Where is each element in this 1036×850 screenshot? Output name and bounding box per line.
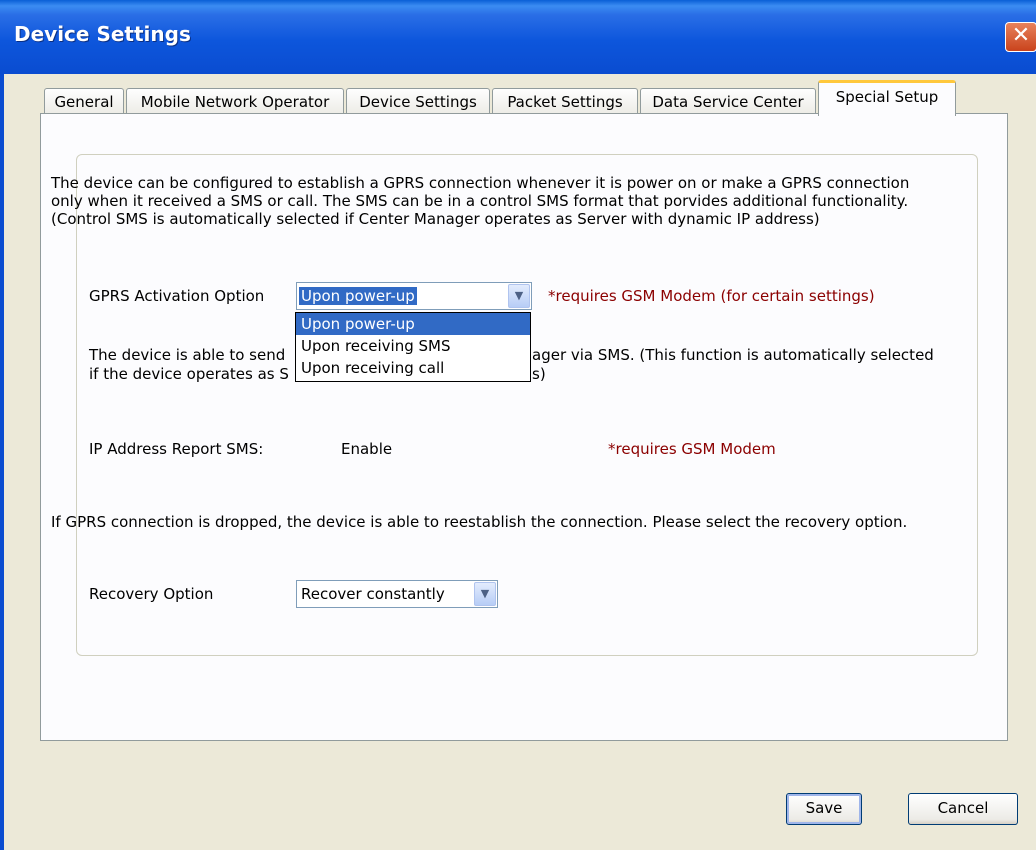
tab-data-service-center[interactable]: Data Service Center [640,88,816,115]
ip-address-report-value: Enable [341,440,393,458]
recovery-description: If GPRS connection is dropped, the devic… [51,513,908,531]
tab-packet-settings[interactable]: Packet Settings [492,88,638,115]
tab-label: Device Settings [359,93,477,111]
tab-label: Data Service Center [652,93,804,111]
window-frame-left [0,74,4,850]
ip-report-description-line2-end: s) [532,365,546,383]
tab-label: Mobile Network Operator [140,93,330,111]
ip-report-description-line2-start: if the device operates as S [89,365,289,383]
dropdown-option-receiving-sms[interactable]: Upon receiving SMS [296,335,530,357]
ip-report-gsm-requirement-note: *requires GSM Modem [608,440,776,458]
ip-report-description-line1-end: ager via SMS. (This function is automati… [532,346,934,364]
window-title: Device Settings [14,22,191,46]
tab-label: Special Setup [835,88,939,106]
gprs-activation-dropdown: Upon power-up Upon receiving SMS Upon re… [295,312,531,382]
dropdown-option-receiving-call[interactable]: Upon receiving call [296,357,530,379]
recovery-option-value: Recover constantly [301,585,445,603]
cancel-button[interactable]: Cancel [908,793,1018,825]
tab-special-setup[interactable]: Special Setup [818,80,956,116]
recovery-option-label: Recovery Option [89,585,214,603]
close-button[interactable]: ✕ [1005,22,1036,52]
ip-report-description-line1-start: The device is able to send [89,346,286,364]
gprs-activation-value: Upon power-up [299,287,417,305]
tab-label: General [54,93,114,111]
gprs-description: The device can be configured to establis… [51,174,910,228]
chevron-down-icon[interactable]: ▼ [474,582,496,606]
special-setup-group [76,154,978,656]
title-bar: Device Settings ✕ [0,0,1036,74]
dropdown-option-power-up[interactable]: Upon power-up [296,313,530,335]
recovery-option-select[interactable]: Recover constantly ▼ [296,580,498,608]
tab-mobile-network-operator[interactable]: Mobile Network Operator [126,88,344,115]
ip-address-report-label: IP Address Report SMS: [89,440,264,458]
gprs-activation-label: GPRS Activation Option [89,287,265,305]
gprs-gsm-requirement-note: *requires GSM Modem (for certain setting… [548,287,875,305]
gprs-activation-select[interactable]: Upon power-up ▼ [296,282,532,310]
tab-label: Packet Settings [507,93,623,111]
tab-device-settings[interactable]: Device Settings [346,88,490,115]
chevron-down-icon[interactable]: ▼ [508,284,530,308]
save-button[interactable]: Save [786,793,862,825]
tab-general[interactable]: General [44,88,124,115]
close-icon: ✕ [1011,23,1031,48]
